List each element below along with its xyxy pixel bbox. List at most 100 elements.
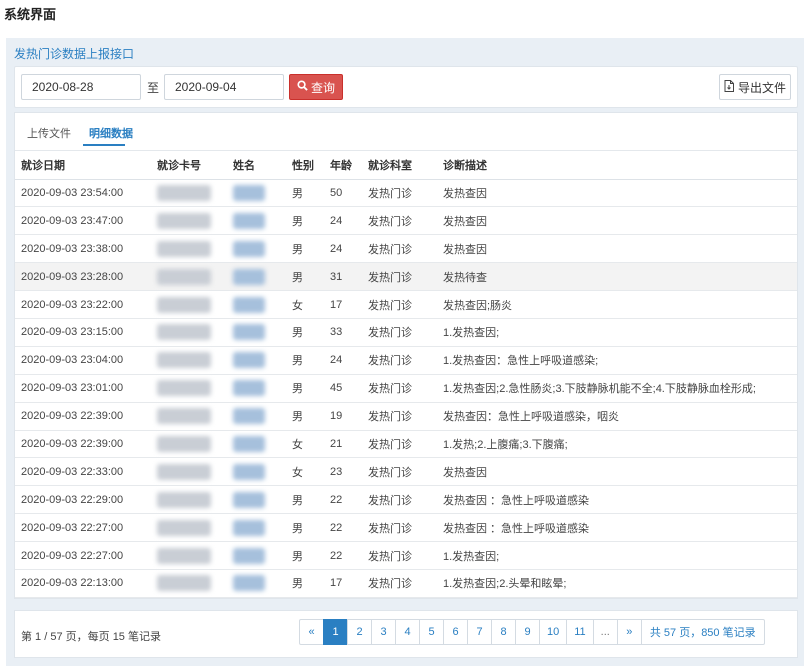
start-date-input[interactable] <box>21 74 141 100</box>
cell-sex: 男 <box>286 206 324 236</box>
table-row[interactable]: 2020-09-03 23:28:00 男 31 发热门诊 发热待查 <box>15 262 797 292</box>
cell-visit-date: 2020-09-03 23:38:00 <box>15 234 151 264</box>
page-button-11[interactable]: 11 <box>566 619 594 645</box>
table-row[interactable]: 2020-09-03 22:27:00 男 22 发热门诊 发热查因 ：急性上呼吸道感染 <box>15 513 797 543</box>
redacted-value <box>157 547 211 564</box>
table-row[interactable]: 2020-09-03 23:22:00 女 17 发热门诊 发热查因;肠炎 <box>15 290 797 319</box>
page-button-5[interactable]: 5 <box>419 619 444 645</box>
cell-department: 发热门诊 <box>362 374 437 403</box>
cell-visit-date: 2020-09-03 23:28:00 <box>15 262 151 292</box>
table-row[interactable]: 2020-09-03 22:29:00 男 22 发热门诊 发热查因 ：急性上呼吸道感染 <box>15 485 797 515</box>
column-header-sex[interactable]: 性别 <box>286 151 324 180</box>
cell-patient-name <box>227 374 286 403</box>
cell-visit-date: 2020-09-03 23:01:00 <box>15 374 151 403</box>
table-row[interactable]: 2020-09-03 22:39:00 男 19 发热门诊 发热查因：急性上呼吸道感染，… <box>15 402 797 431</box>
cell-age: 22 <box>324 541 362 570</box>
cell-diagnosis: 1.发热查因; <box>437 541 797 570</box>
cell-visit-date: 2020-09-03 23:04:00 <box>15 346 151 375</box>
cell-card-number <box>151 430 227 459</box>
cell-sex: 女 <box>286 430 324 459</box>
cell-visit-date: 2020-09-03 22:33:00 <box>15 457 151 487</box>
redacted-value <box>233 575 265 592</box>
cell-diagnosis: 发热查因;肠炎 <box>437 290 797 319</box>
cell-patient-name <box>227 234 286 264</box>
table-row[interactable]: 2020-09-03 23:04:00 男 24 发热门诊 1.发热查因：急性上呼吸道感… <box>15 346 797 375</box>
next-page-button[interactable]: » <box>616 619 642 645</box>
redacted-value <box>157 212 211 229</box>
cell-visit-date: 2020-09-03 23:54:00 <box>15 179 151 208</box>
cell-age: 17 <box>324 290 362 319</box>
table-row[interactable]: 2020-09-03 23:01:00 男 45 发热门诊 1.发热查因;2.急性肠炎;… <box>15 374 797 403</box>
table-row[interactable]: 2020-09-03 22:13:00 男 17 发热门诊 1.发热查因;2.头晕和眩晕… <box>15 569 797 598</box>
page-button-4[interactable]: 4 <box>395 619 420 645</box>
data-content: 上传文件 明细数据 就诊日期 就诊卡号 姓名 性别 年龄 就诊科室 诊断描述 2… <box>14 112 798 599</box>
column-header-card-number[interactable]: 就诊卡号 <box>151 151 227 180</box>
page-ellipsis: ... <box>592 619 618 645</box>
cell-department: 发热门诊 <box>362 290 437 319</box>
cell-visit-date: 2020-09-03 22:29:00 <box>15 485 151 515</box>
cell-age: 17 <box>324 569 362 598</box>
redacted-value <box>233 352 265 369</box>
cell-card-number <box>151 457 227 487</box>
cell-age: 33 <box>324 318 362 347</box>
previous-page-button[interactable]: « <box>299 619 324 645</box>
end-date-input[interactable] <box>164 74 284 100</box>
tab-detail-data[interactable]: 明细数据 <box>89 125 133 141</box>
cell-age: 24 <box>324 206 362 236</box>
table-row[interactable]: 2020-09-03 23:54:00 男 50 发热门诊 发热查因 <box>15 179 797 208</box>
column-header-age[interactable]: 年龄 <box>324 151 362 180</box>
table-row[interactable]: 2020-09-03 23:47:00 男 24 发热门诊 发热查因 <box>15 206 797 236</box>
cell-card-number <box>151 513 227 543</box>
cell-sex: 男 <box>286 402 324 431</box>
cell-department: 发热门诊 <box>362 513 437 543</box>
cell-patient-name <box>227 569 286 598</box>
page-button-8[interactable]: 8 <box>491 619 516 645</box>
cell-patient-name <box>227 346 286 375</box>
cell-visit-date: 2020-09-03 23:22:00 <box>15 290 151 319</box>
page-button-2[interactable]: 2 <box>347 619 372 645</box>
redacted-value <box>157 435 211 452</box>
table-row[interactable]: 2020-09-03 22:33:00 女 23 发热门诊 发热查因 <box>15 457 797 487</box>
page-button-3[interactable]: 3 <box>371 619 396 645</box>
cell-department: 发热门诊 <box>362 402 437 431</box>
page-button-10[interactable]: 10 <box>539 619 568 645</box>
table-row[interactable]: 2020-09-03 23:38:00 男 24 发热门诊 发热查因 <box>15 234 797 264</box>
redacted-value <box>157 268 211 285</box>
page-button-6[interactable]: 6 <box>443 619 468 645</box>
cell-patient-name <box>227 430 286 459</box>
redacted-value <box>157 240 211 257</box>
cell-department: 发热门诊 <box>362 457 437 487</box>
redacted-value <box>157 352 211 369</box>
page-button-9[interactable]: 9 <box>515 619 540 645</box>
pagination-footer: 第 1 / 57 页，每页 15 笔记录 «1 2 3 4 5 6 7 8 9 10 11...» 共… <box>14 610 798 658</box>
cell-age: 19 <box>324 402 362 431</box>
redacted-value <box>157 184 211 201</box>
column-header-diagnosis[interactable]: 诊断描述 <box>437 151 797 180</box>
cell-visit-date: 2020-09-03 22:39:00 <box>15 430 151 459</box>
column-header-name[interactable]: 姓名 <box>227 151 286 180</box>
table-row[interactable]: 2020-09-03 22:27:00 男 22 发热门诊 1.发热查因; <box>15 541 797 570</box>
active-tab-indicator <box>83 144 125 146</box>
page-button-1[interactable]: 1 <box>323 619 348 645</box>
cell-sex: 男 <box>286 513 324 543</box>
cell-patient-name <box>227 541 286 570</box>
redacted-value <box>157 491 211 508</box>
panel-title: 发热门诊数据上报接口 <box>14 47 135 61</box>
column-header-department[interactable]: 就诊科室 <box>362 151 437 180</box>
column-header-visit-date[interactable]: 就诊日期 <box>15 151 151 180</box>
cell-card-number <box>151 346 227 375</box>
export-button[interactable]: 导出文件 <box>719 74 791 100</box>
page-title: 系统界面 <box>4 7 57 22</box>
cell-sex: 男 <box>286 234 324 264</box>
cell-sex: 男 <box>286 346 324 375</box>
table-row[interactable]: 2020-09-03 23:15:00 男 33 发热门诊 1.发热查因; <box>15 318 797 347</box>
cell-diagnosis: 1.发热查因;2.头晕和眩晕; <box>437 569 797 598</box>
cell-card-number <box>151 541 227 570</box>
page-button-7[interactable]: 7 <box>467 619 492 645</box>
export-button-label: 导出文件 <box>737 80 786 95</box>
cell-age: 22 <box>324 485 362 515</box>
query-button[interactable]: 查询 <box>289 74 343 100</box>
tab-upload-file[interactable]: 上传文件 <box>27 125 71 141</box>
cell-sex: 男 <box>286 262 324 292</box>
table-row[interactable]: 2020-09-03 22:39:00 女 21 发热门诊 1.发热;2.上腹痛;3.下… <box>15 430 797 459</box>
